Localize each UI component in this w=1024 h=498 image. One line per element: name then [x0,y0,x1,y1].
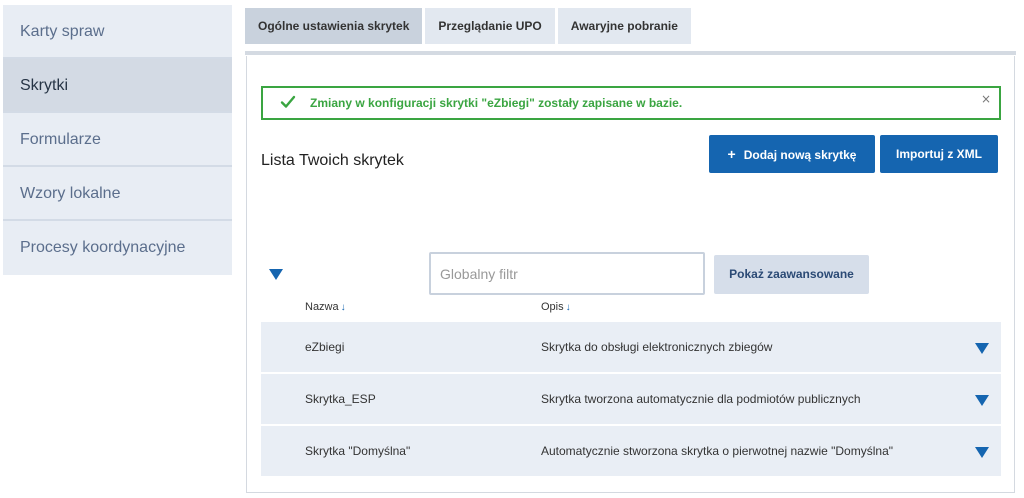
alert-message: Zmiany w konfiguracji skrytki "eZbiegi" … [310,96,683,110]
row-name: Skrytka "Domyślna" [305,444,411,458]
tab-underline [245,51,1016,55]
add-box-label: Dodaj nową skrytkę [743,148,857,162]
content-panel: Zmiany w konfiguracji skrytki "eZbiegi" … [246,56,1015,493]
tab-emergency-download[interactable]: Awaryjne pobranie [557,8,691,44]
table-row[interactable]: eZbiegi Skrytka do obsługi elektroniczny… [261,322,1001,374]
tab-upo-browse[interactable]: Przeglądanie UPO [425,8,555,44]
add-box-button[interactable]: + Dodaj nową skrytkę [709,135,875,173]
expand-row-icon[interactable] [975,447,989,458]
success-alert: Zmiany w konfiguracji skrytki "eZbiegi" … [261,86,1001,120]
sidebar-item-wzory-lokalne[interactable]: Wzory lokalne [3,167,232,221]
sidebar: Karty spraw Skrytki Formularze Wzory lok… [3,5,232,275]
row-name: eZbiegi [305,340,345,354]
import-xml-button[interactable]: Importuj z XML [880,135,998,173]
box-table: eZbiegi Skrytka do obsługi elektroniczny… [261,322,1001,478]
tab-general-settings[interactable]: Ogólne ustawienia skrytek [245,8,423,44]
list-title: Lista Twoich skrytek [261,152,404,169]
close-icon[interactable]: × [981,92,991,106]
row-name: Skrytka_ESP [305,392,376,406]
check-icon [280,95,296,108]
column-header-name-label: Nazwa [305,301,339,313]
filter-toggle-icon[interactable] [269,269,283,280]
expand-row-icon[interactable] [975,343,989,354]
sidebar-item-formularze[interactable]: Formularze [3,113,232,167]
tab-bar: Ogólne ustawienia skrytek Przeglądanie U… [245,8,691,44]
table-row[interactable]: Skrytka_ESP Skrytka tworzona automatyczn… [261,374,1001,426]
column-header-description[interactable]: Opis ↓ [541,301,571,313]
row-description: Skrytka tworzona automatycznie dla podmi… [541,392,861,406]
global-filter-input[interactable] [429,252,705,295]
table-row[interactable]: Skrytka "Domyślna" Automatycznie stworzo… [261,426,1001,478]
show-advanced-button[interactable]: Pokaż zaawansowane [714,255,869,294]
expand-row-icon[interactable] [975,395,989,406]
row-description: Automatycznie stworzona skrytka o pierwo… [541,444,893,458]
column-header-name[interactable]: Nazwa ↓ [305,301,346,313]
sort-arrow-icon: ↓ [565,302,571,313]
sidebar-item-skrytki[interactable]: Skrytki [3,59,232,113]
sort-arrow-icon: ↓ [340,302,346,313]
sidebar-item-procesy-koordynacyjne[interactable]: Procesy koordynacyjne [3,221,232,275]
column-header-description-label: Opis [541,301,564,313]
row-description: Skrytka do obsługi elektronicznych zbieg… [541,340,773,354]
plus-icon: + [727,146,736,162]
sidebar-item-karty-spraw[interactable]: Karty spraw [3,5,232,59]
